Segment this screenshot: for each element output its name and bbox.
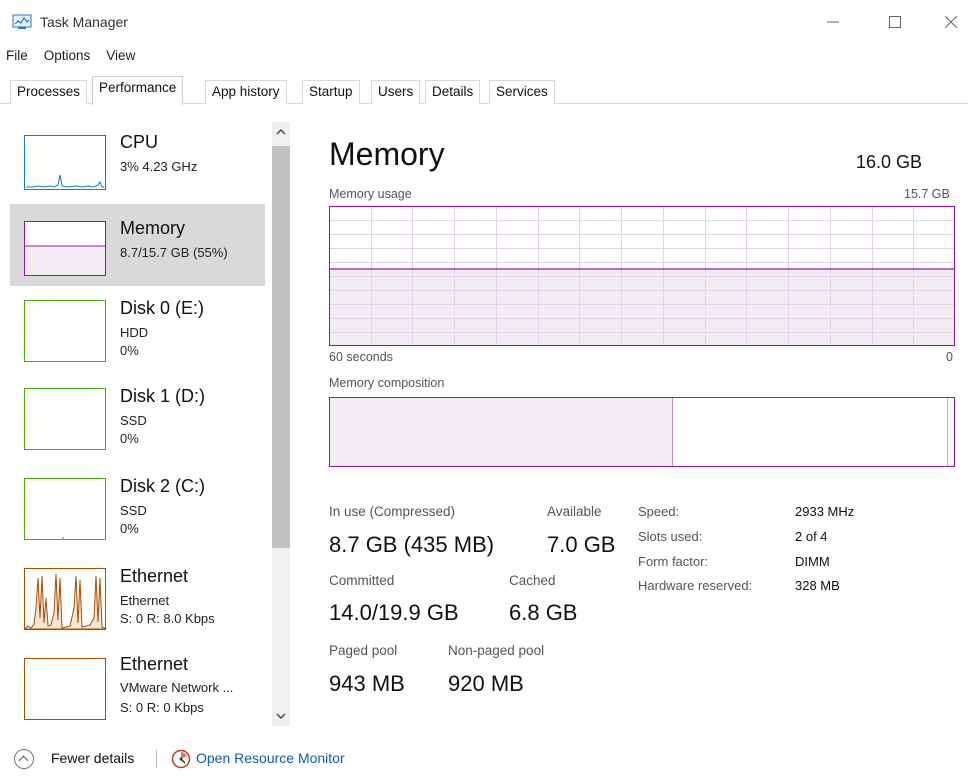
footer-divider xyxy=(156,750,157,768)
page-title: Memory xyxy=(329,136,445,172)
resource-name: Ethernet xyxy=(120,654,189,674)
resource-detail: 8.7/15.7 GB (55%) xyxy=(120,245,228,260)
resource-list-scrollbar[interactable] xyxy=(272,122,290,726)
close-icon xyxy=(945,16,957,28)
minimize-button[interactable] xyxy=(806,0,860,44)
memory-usage-graph xyxy=(329,206,955,346)
time-axis-right: 0 xyxy=(946,350,953,364)
resource-name: CPU xyxy=(120,132,159,152)
spec-value-form-factor: DIMM xyxy=(795,554,830,569)
resource-name: Ethernet xyxy=(120,566,189,586)
usage-graph-max: 15.7 GB xyxy=(904,187,950,201)
resource-item-disk-2[interactable]: Disk 2 (C:) SSD 0% xyxy=(10,470,265,552)
tab-strip: Processes Performance App history Startu… xyxy=(0,76,968,105)
resource-item-ethernet-2[interactable]: Ethernet VMware Network ... S: 0 R: 0 Kb… xyxy=(10,650,265,728)
resource-name: Memory xyxy=(120,218,186,238)
tab-services[interactable]: Services xyxy=(489,80,555,104)
paged-pool-value: 943 MB xyxy=(329,671,405,696)
tab-startup[interactable]: Startup xyxy=(302,80,360,104)
resource-item-memory[interactable]: Memory 8.7/15.7 GB (55%) xyxy=(10,204,265,286)
chevron-down-icon xyxy=(276,713,286,719)
task-manager-icon xyxy=(12,14,32,29)
spec-value-hardware-reserved: 328 MB xyxy=(795,578,840,593)
task-manager-window: Task Manager File Options View Processes… xyxy=(0,0,968,776)
spec-label-form-factor: Form factor: xyxy=(638,554,709,569)
memory-composition-bar xyxy=(329,397,955,467)
spec-value-slots: 2 of 4 xyxy=(795,529,828,544)
resource-name: Disk 1 (D:) xyxy=(120,386,205,406)
spec-label-slots: Slots used: xyxy=(638,529,703,544)
tab-performance[interactable]: Performance xyxy=(92,76,184,105)
resource-detail: S: 0 R: 8.0 Kbps xyxy=(120,611,215,626)
minimize-icon xyxy=(827,21,839,23)
resource-adapter: Ethernet xyxy=(120,593,170,608)
nonpaged-pool-label: Non-paged pool xyxy=(448,643,545,658)
menu-view[interactable]: View xyxy=(98,46,143,70)
ethernet2-mini-graph xyxy=(24,658,106,720)
available-value: 7.0 GB xyxy=(547,532,616,557)
resource-item-cpu[interactable]: CPU 3% 4.23 GHz xyxy=(10,118,265,200)
disk1-mini-graph xyxy=(24,388,106,450)
tab-users[interactable]: Users xyxy=(371,80,421,104)
maximize-button[interactable] xyxy=(868,0,922,44)
total-memory: 16.0 GB xyxy=(856,152,923,172)
scroll-thumb[interactable] xyxy=(272,146,290,548)
resource-name: Disk 2 (C:) xyxy=(120,476,205,496)
memory-mini-graph xyxy=(24,221,106,276)
maximize-icon xyxy=(889,16,901,28)
title-bar: Task Manager xyxy=(0,0,968,44)
tab-app-history[interactable]: App history xyxy=(205,80,287,104)
nonpaged-pool-value: 920 MB xyxy=(448,671,524,696)
resource-detail: 0% xyxy=(120,431,139,446)
menu-bar: File Options View xyxy=(0,46,143,70)
resource-monitor-icon[interactable] xyxy=(171,749,191,769)
resource-item-ethernet-1[interactable]: Ethernet Ethernet S: 0 R: 8.0 Kbps xyxy=(10,560,265,642)
resource-detail: 0% xyxy=(120,521,139,536)
available-label: Available xyxy=(547,504,602,519)
menu-options[interactable]: Options xyxy=(36,46,99,70)
resource-type: SSD xyxy=(120,413,147,428)
disk2-mini-graph xyxy=(24,478,106,540)
footer-bar: Fewer details Open Resource Monitor xyxy=(0,740,968,776)
resource-type: SSD xyxy=(120,503,147,518)
in-use-value: 8.7 GB (435 MB) xyxy=(329,532,495,557)
in-use-label: In use (Compressed) xyxy=(329,504,456,519)
resource-type: HDD xyxy=(120,325,149,340)
cached-label: Cached xyxy=(509,573,556,588)
resource-detail: 3% 4.23 GHz xyxy=(120,159,198,174)
composition-graph-label: Memory composition xyxy=(329,376,445,390)
spec-label-hardware-reserved: Hardware reserved: xyxy=(638,578,753,593)
resource-name: Disk 0 (E:) xyxy=(120,298,205,318)
composition-standby xyxy=(330,398,948,466)
spec-value-speed: 2933 MHz xyxy=(795,504,855,519)
paged-pool-label: Paged pool xyxy=(329,643,398,658)
resource-detail: 0% xyxy=(120,343,139,358)
resource-adapter: VMware Network ... xyxy=(120,680,234,695)
close-button[interactable] xyxy=(924,0,968,44)
fewer-details-link[interactable]: Fewer details xyxy=(51,750,134,766)
committed-label: Committed xyxy=(329,573,395,588)
resource-item-disk-1[interactable]: Disk 1 (D:) SSD 0% xyxy=(10,380,265,462)
resource-item-disk-0[interactable]: Disk 0 (E:) HDD 0% xyxy=(10,290,265,372)
committed-value: 14.0/19.9 GB xyxy=(329,600,459,625)
disk0-mini-graph xyxy=(24,300,106,362)
cpu-mini-graph xyxy=(24,135,106,190)
spec-label-speed: Speed: xyxy=(638,504,680,519)
chevron-up-circle-icon[interactable] xyxy=(14,749,34,769)
window-title: Task Manager xyxy=(40,14,128,30)
time-axis-left: 60 seconds xyxy=(329,350,393,364)
open-resource-monitor-link[interactable]: Open Resource Monitor xyxy=(196,750,345,766)
resource-detail: S: 0 R: 0 Kbps xyxy=(120,700,204,715)
resource-list: CPU 3% 4.23 GHz Memory 8.7/15.7 GB (55%) xyxy=(10,118,292,728)
tab-processes[interactable]: Processes xyxy=(10,80,88,104)
usage-graph-label: Memory usage xyxy=(329,187,412,201)
tab-details[interactable]: Details xyxy=(425,80,481,104)
chevron-up-icon xyxy=(276,129,286,135)
ethernet1-mini-graph xyxy=(24,568,106,630)
scroll-down-button[interactable] xyxy=(272,706,290,726)
scroll-up-button[interactable] xyxy=(272,122,290,142)
menu-file[interactable]: File xyxy=(0,46,36,70)
cached-value: 6.8 GB xyxy=(509,600,578,625)
